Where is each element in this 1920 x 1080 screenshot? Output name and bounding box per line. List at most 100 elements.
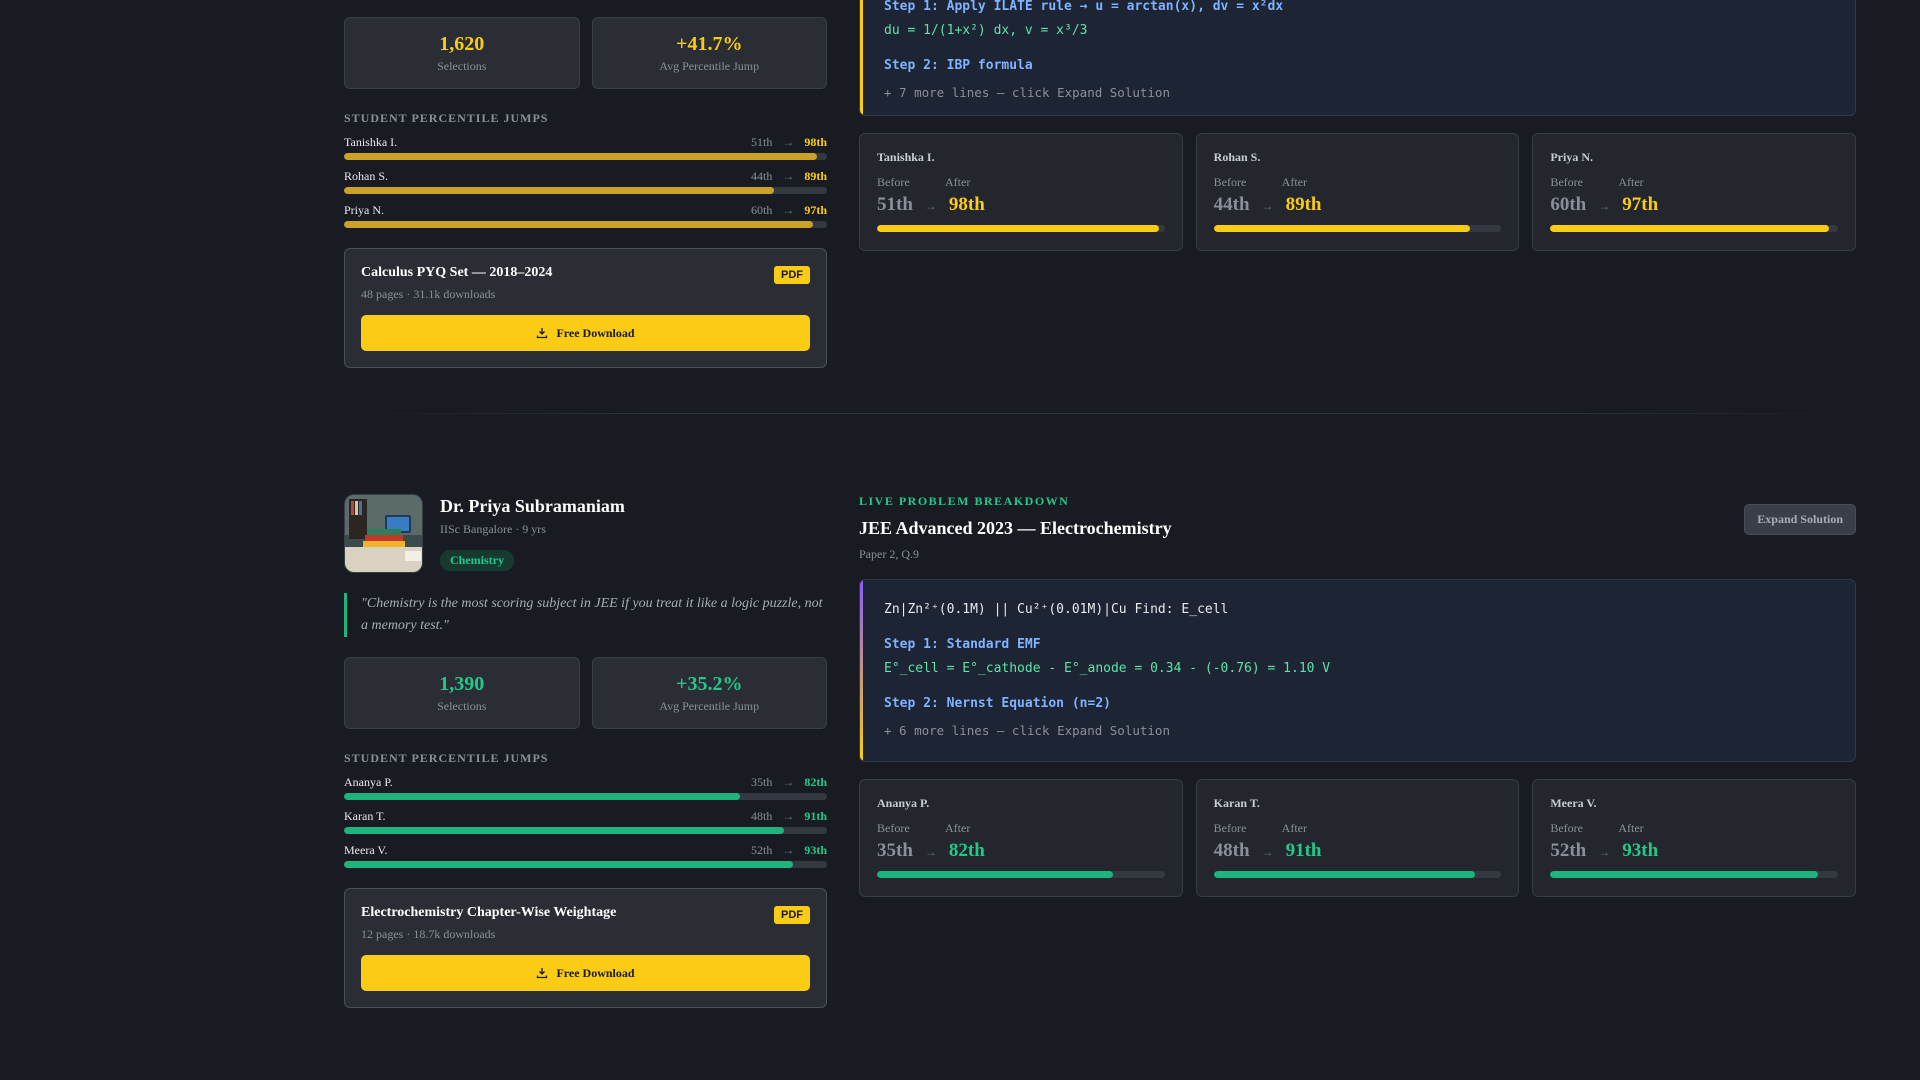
arrow-icon: → [782, 203, 795, 217]
student-name: Priya N. [1550, 150, 1593, 164]
student-name: Meera V. [344, 843, 388, 857]
before-percentile: 44th [1213, 194, 1250, 215]
student-jump-row: Meera V. 52th → 93th [344, 843, 827, 868]
jump-head: Priya N. 60th → 97th [344, 203, 827, 218]
resource-card: Electrochemistry Chapter-Wise Weightage … [344, 888, 827, 1008]
resource-meta: 48 pages · 31.1k downloads [361, 287, 496, 301]
after-percentile: 89th [804, 169, 827, 183]
solution-code-box: Step 1: Apply ILATE rule → u = arctan(x)… [859, 0, 1856, 116]
after-percentile: 89th [1285, 194, 1322, 215]
student-card: Tanishka I. Before After 51th → 98th [859, 133, 1183, 251]
code-line: du = 1/(1+x²) dx, v = x³/3 [884, 23, 1088, 38]
resource-meta: 12 pages · 18.7k downloads [361, 927, 496, 941]
mentor-avatar [344, 494, 423, 573]
top-problem-column: Step 1: Apply ILATE rule → u = arctan(x)… [859, 0, 1857, 251]
stat-label: Selections [437, 699, 487, 713]
after-label: After [1281, 175, 1307, 189]
student-name: Rohan S. [1213, 150, 1261, 164]
progress-bar [344, 793, 827, 800]
jump-values: 44th → 89th [751, 169, 827, 184]
expand-solution-button[interactable]: Expand Solution [1744, 504, 1856, 535]
free-download-button[interactable]: Free Download [361, 955, 810, 991]
card-labels: Before After [1214, 821, 1502, 836]
code-line: E°_cell = E°_cathode - E°_anode = 0.34 -… [884, 661, 1331, 676]
progress-fill [344, 153, 818, 160]
card-labels: Before After [877, 821, 1165, 836]
progress-fill [344, 793, 741, 800]
jump-head: Karan T. 48th → 91th [344, 809, 827, 824]
progress-bar [1550, 225, 1839, 232]
stat-label: Selections [437, 59, 487, 73]
mentor-info: Dr. Priya Subramaniam IISc Bangalore · 9… [440, 494, 625, 573]
problem-column: LIVE PROBLEM BREAKDOWN JEE Advanced 2023… [859, 494, 1857, 897]
before-percentile: 35th [750, 775, 773, 789]
progress-fill [344, 221, 813, 228]
code-more-lines: + 7 more lines — click Expand Solution [884, 85, 1170, 100]
student-card: Ananya P. Before After 35th → 82th [859, 779, 1183, 897]
student-name: Priya N. [344, 203, 384, 217]
progress-bar [344, 187, 827, 194]
resource-card: Calculus PYQ Set — 2018–2024 48 pages · … [344, 248, 827, 368]
solution-code-box: Zn|Zn²⁺(0.1M) || Cu²⁺(0.01M)|Cu Find: E_… [859, 579, 1856, 762]
student-jump-row: Ananya P. 35th → 82th [344, 775, 827, 800]
after-percentile: 98th [948, 194, 985, 215]
arrow-icon: → [782, 135, 795, 149]
progress-bar [1213, 871, 1502, 878]
stat-value: +35.2% [676, 673, 743, 695]
stats-row: 1,390 Selections +35.2% Avg Percentile J… [344, 657, 827, 729]
stat-selections: 1,390 Selections [344, 657, 580, 729]
progress-bar [344, 153, 827, 160]
progress-fill [344, 827, 784, 834]
before-percentile: 52th [750, 843, 773, 857]
card-values: 52th → 93th [1550, 840, 1838, 862]
jump-values: 52th → 93th [751, 843, 827, 858]
progress-fill [344, 187, 774, 194]
before-label: Before [1550, 175, 1583, 189]
student-name: Meera V. [1550, 796, 1597, 810]
card-labels: Before After [1550, 175, 1838, 190]
stat-value: +41.7% [676, 33, 743, 55]
before-percentile: 48th [750, 809, 773, 823]
progress-bar [344, 861, 827, 868]
free-download-button[interactable]: Free Download [361, 315, 810, 351]
student-name: Karan T. [1213, 796, 1260, 810]
after-label: After [1618, 175, 1644, 189]
stat-avg-jump: +35.2% Avg Percentile Jump [591, 657, 827, 729]
resource-title: Electrochemistry Chapter-Wise Weightage [361, 905, 617, 920]
student-name: Karan T. [344, 809, 386, 823]
jump-list: Tanishka I. 51th → 98th Rohan S. 44th → 89th Pri… [344, 135, 827, 228]
stat-value: 1,620 [439, 33, 485, 55]
subject-badge: Chemistry [440, 550, 514, 571]
resource-title: Calculus PYQ Set — 2018–2024 [361, 265, 553, 280]
before-label: Before [877, 175, 910, 189]
progress-fill [1213, 871, 1476, 878]
after-label: After [945, 175, 971, 189]
jump-head: Rohan S. 44th → 89th [344, 169, 827, 184]
student-name: Rohan S. [344, 169, 389, 183]
card-values: 35th → 82th [877, 840, 1165, 862]
card-labels: Before After [1550, 821, 1838, 836]
student-name: Tanishka I. [877, 150, 935, 164]
mentor-meta: IISc Bangalore · 9 yrs [440, 522, 546, 536]
code-step: Step 1: Standard EMF [884, 637, 1041, 652]
arrow-icon: → [1598, 845, 1611, 859]
arrow-icon: → [782, 809, 795, 823]
progress-bar [344, 827, 827, 834]
card-labels: Before After [1214, 175, 1502, 190]
after-percentile: 97th [804, 203, 827, 217]
after-label: After [1281, 821, 1307, 835]
code-step: Step 2: IBP formula [884, 58, 1033, 73]
before-percentile: 48th [1213, 840, 1250, 861]
problem-meta: Paper 2, Q.9 [859, 547, 919, 561]
arrow-icon: → [1598, 199, 1611, 213]
student-cards: Tanishka I. Before After 51th → 98th Rohan S. B… [859, 133, 1857, 251]
before-percentile: 60th [750, 203, 773, 217]
mentor-quote: "Chemistry is the most scoring subject i… [344, 593, 827, 637]
student-cards: Ananya P. Before After 35th → 82th Karan T. Bef… [859, 779, 1857, 897]
jump-values: 51th → 98th [751, 135, 827, 150]
student-jump-row: Tanishka I. 51th → 98th [344, 135, 827, 160]
card-labels: Before After [877, 175, 1165, 190]
mentor-profile: Dr. Priya Subramaniam IISc Bangalore · 9… [344, 494, 827, 573]
after-percentile: 82th [948, 840, 985, 861]
before-percentile: 51th [877, 194, 913, 215]
